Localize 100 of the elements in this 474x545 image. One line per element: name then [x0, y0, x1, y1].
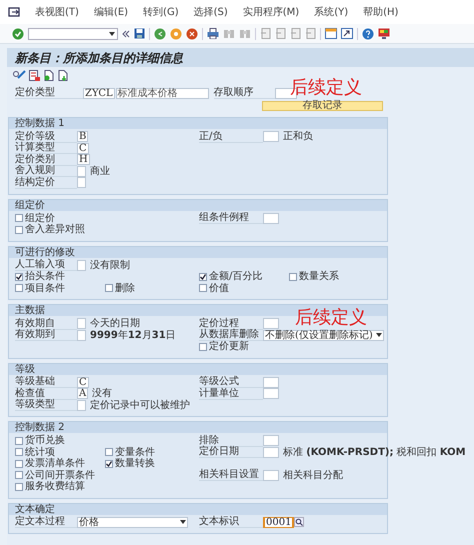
monitor-icon[interactable] [378, 28, 390, 39]
shortcut-icon[interactable] [341, 28, 353, 39]
input-field[interactable]: 0001 [263, 516, 294, 528]
access-record-button[interactable]: 存取记录 [262, 101, 383, 111]
help-icon[interactable] [362, 28, 374, 40]
menu-item[interactable]: 帮助(H) [363, 4, 398, 20]
input-field[interactable]: A [77, 388, 88, 400]
separator-icon[interactable] [202, 28, 203, 40]
exit-icon[interactable] [170, 28, 182, 40]
double-chevron-icon[interactable] [122, 30, 130, 38]
checkbox-label: 抬头条件 [25, 271, 65, 282]
checkbox-label: 统计项 [25, 446, 55, 458]
checkbox[interactable] [15, 284, 23, 292]
checkbox-label: 变量条件 [115, 446, 155, 458]
input-field[interactable] [77, 318, 86, 330]
page-icon[interactable] [275, 28, 286, 39]
checkbox[interactable] [289, 272, 297, 281]
input-field[interactable] [263, 435, 279, 446]
caret-icon [180, 520, 186, 524]
separator-icon[interactable] [255, 28, 256, 40]
cancel-icon[interactable] [186, 28, 198, 40]
back-icon[interactable] [154, 28, 166, 40]
input-field[interactable]: B [77, 131, 88, 142]
checkbox[interactable] [15, 482, 23, 491]
description-field[interactable]: 标准成本价格 [116, 88, 209, 98]
input-field[interactable] [77, 166, 86, 177]
panel-header: 组定价 [9, 200, 387, 210]
checkbox-label: 服务收费结算 [25, 481, 85, 492]
printer-icon[interactable] [207, 28, 219, 39]
field-text: 定价记录中可以被维护 [90, 400, 190, 411]
input-field[interactable]: ZYCL [83, 88, 115, 98]
checkbox[interactable] [15, 272, 23, 281]
check-icon[interactable] [12, 28, 24, 40]
input-field[interactable]: C [77, 376, 89, 388]
binoculars-icon[interactable] [223, 28, 235, 39]
checkbox[interactable] [15, 436, 23, 445]
menu-item[interactable]: 编辑(E) [94, 4, 128, 20]
dropdown[interactable]: 不删除(仅设置删除标记) [263, 330, 384, 341]
caret-icon [109, 32, 115, 36]
input-field[interactable] [77, 177, 86, 188]
panel-header: 控制数据 1 [9, 118, 387, 129]
checkbox[interactable] [105, 460, 113, 468]
search-icon[interactable] [294, 517, 304, 528]
menu-item[interactable]: 实用程序(M) [242, 4, 300, 20]
page-icon[interactable] [260, 28, 271, 39]
input-field[interactable] [263, 376, 279, 388]
checkbox[interactable] [15, 448, 23, 456]
checkbox[interactable] [199, 284, 207, 292]
panel-header: 可进行的修改 [9, 246, 387, 258]
checkbox-label: 组定价 [25, 212, 55, 224]
input-field[interactable] [77, 330, 86, 341]
field-text: 没有 [92, 388, 112, 400]
checkbox-label: 删除 [115, 282, 135, 294]
input-field[interactable] [263, 131, 279, 142]
binoculars-icon[interactable] [239, 28, 251, 39]
input-field[interactable] [263, 470, 279, 481]
menu-item[interactable]: 表视图(T) [35, 4, 79, 20]
command-field[interactable] [28, 28, 118, 40]
screen-title: 新条目：所添加条目的详细信息 [7, 48, 474, 67]
checkbox[interactable] [105, 448, 113, 456]
input-field[interactable]: H [77, 154, 90, 166]
menu-item[interactable]: 转到(G) [143, 4, 179, 20]
checkbox[interactable] [15, 471, 23, 480]
input-field[interactable] [263, 446, 279, 458]
input-field[interactable] [263, 212, 279, 224]
page-icon[interactable] [305, 28, 316, 39]
exit-menu-icon[interactable] [8, 7, 20, 17]
checkbox[interactable] [105, 284, 113, 292]
window-icon[interactable] [325, 28, 337, 39]
new-document-icon[interactable] [57, 70, 68, 80]
checkbox-label: 项目条件 [25, 282, 65, 294]
field-text: 商业 [90, 166, 110, 177]
save-icon[interactable] [134, 28, 145, 39]
input-field[interactable] [263, 388, 279, 400]
checkbox[interactable] [15, 226, 23, 234]
page-icon[interactable] [290, 28, 301, 39]
separator-icon[interactable] [320, 28, 321, 40]
field-text: 9999年12月31日 [90, 330, 176, 341]
menu-item[interactable]: 选择(S) [194, 4, 228, 20]
separator-icon[interactable] [357, 28, 358, 40]
panel-header: 文本确定 [9, 504, 387, 514]
annotation-text: 后续定义 [290, 78, 362, 98]
checkbox-label: 数量转换 [115, 458, 155, 470]
input-field[interactable] [263, 318, 279, 330]
menu-item[interactable]: 系统(Y) [314, 4, 348, 20]
checkbox[interactable] [199, 272, 207, 281]
input-field[interactable] [77, 400, 86, 411]
pencil-icon[interactable] [13, 70, 26, 80]
field-text: 没有限制 [90, 260, 130, 271]
checkbox[interactable] [15, 214, 23, 222]
checkbox-label: 价值 [209, 282, 229, 294]
input-field[interactable] [77, 260, 86, 271]
field-text: 正和负 [283, 131, 313, 142]
checkbox[interactable] [15, 460, 23, 468]
dropdown[interactable]: 价格 [77, 516, 188, 528]
delete-row-icon[interactable] [29, 70, 40, 80]
copy-icon[interactable] [43, 70, 54, 80]
input-field[interactable]: C [77, 142, 89, 154]
checkbox-label: 数量关系 [299, 271, 339, 282]
checkbox[interactable] [199, 342, 207, 351]
